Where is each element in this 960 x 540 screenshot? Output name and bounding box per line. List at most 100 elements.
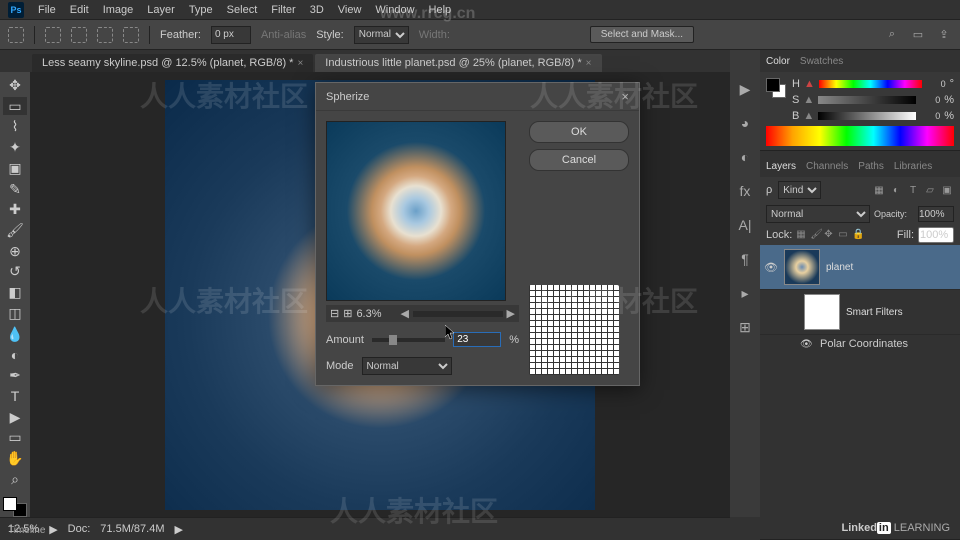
lock-move-icon[interactable]: ✥ <box>824 229 836 241</box>
selection-mode-intersect-icon[interactable] <box>123 27 139 43</box>
preview-plus-icon[interactable]: ⊞ <box>343 307 352 320</box>
visibility-icon[interactable]: 👁 <box>764 261 778 274</box>
shape-tool[interactable]: ▭ <box>3 428 27 447</box>
timeline-tab[interactable]: Timeline <box>8 525 45 536</box>
bri-slider[interactable] <box>818 112 916 120</box>
lock-trans-icon[interactable]: ▦ <box>796 229 808 241</box>
libraries-panel-tab[interactable]: Libraries <box>894 161 932 172</box>
dodge-tool[interactable]: ◐ <box>3 346 27 365</box>
history-brush-tool[interactable]: ↺ <box>3 263 27 282</box>
ok-button[interactable]: OK <box>529 121 629 143</box>
document-tab-2[interactable]: Industrious little planet.psd @ 25% (pla… <box>315 54 601 72</box>
properties-panel-icon[interactable]: ⊞ <box>736 318 754 336</box>
adjustments-panel-icon[interactable]: ◐ <box>736 148 754 166</box>
fill-input[interactable] <box>918 227 954 243</box>
preview-minus-icon[interactable]: ⊟ <box>330 307 339 320</box>
paths-panel-tab[interactable]: Paths <box>858 161 884 172</box>
close-icon[interactable]: × <box>621 89 629 104</box>
eyedropper-tool[interactable]: ✎ <box>3 180 27 199</box>
menu-edit[interactable]: Edit <box>70 4 89 16</box>
styles-panel-icon[interactable]: fx <box>736 182 754 200</box>
close-icon[interactable]: × <box>297 58 303 69</box>
opacity-input[interactable] <box>918 206 954 222</box>
color-panel-tab[interactable]: Color <box>766 56 790 67</box>
select-mask-button[interactable]: Select and Mask... <box>590 26 694 43</box>
swatches-panel-tab[interactable]: Swatches <box>800 56 843 67</box>
close-icon[interactable]: × <box>586 58 592 69</box>
spectrum-bar[interactable] <box>766 126 954 146</box>
share-icon[interactable]: ⇪ <box>936 27 952 43</box>
brush-tool[interactable]: 🖌 <box>3 221 27 240</box>
hue-value[interactable]: 0 <box>926 79 946 89</box>
zoom-tool[interactable]: ⌕ <box>3 470 27 489</box>
amount-input[interactable] <box>453 332 501 347</box>
filter-smart-icon[interactable]: ▣ <box>940 183 954 197</box>
lock-all-icon[interactable]: 🔒 <box>852 229 864 241</box>
menu-3d[interactable]: 3D <box>310 4 324 16</box>
filter-preview[interactable] <box>326 121 506 301</box>
layer-filter-select[interactable]: Kind <box>778 181 821 199</box>
smart-filter-item[interactable]: 👁 Polar Coordinates <box>760 335 960 353</box>
filter-image-icon[interactable]: ▦ <box>872 183 886 197</box>
history-panel-icon[interactable]: ▶ <box>736 80 754 98</box>
magic-wand-tool[interactable]: ✦ <box>3 138 27 157</box>
lock-artboard-icon[interactable]: ▭ <box>838 229 850 241</box>
style-select[interactable]: Normal <box>354 26 409 44</box>
sat-value[interactable]: 0 <box>920 95 940 105</box>
search-icon[interactable]: ⌕ <box>884 27 900 43</box>
eraser-tool[interactable]: ◧ <box>3 283 27 302</box>
preview-left-icon[interactable]: ◀ <box>400 307 408 320</box>
tool-preset-icon[interactable] <box>8 27 24 43</box>
menu-select[interactable]: Select <box>227 4 258 16</box>
menu-filter[interactable]: Filter <box>271 4 295 16</box>
preview-right-icon[interactable]: ▶ <box>507 307 515 320</box>
color-swatch[interactable] <box>3 497 27 517</box>
layer-thumbnail[interactable] <box>784 249 820 285</box>
layer-name[interactable]: planet <box>826 262 853 273</box>
feather-input[interactable] <box>211 26 251 44</box>
filter-shape-icon[interactable]: ▱ <box>923 183 937 197</box>
frame-icon[interactable]: ▭ <box>910 27 926 43</box>
menu-view[interactable]: View <box>338 4 362 16</box>
type-tool[interactable]: T <box>3 387 27 406</box>
blend-mode-select[interactable]: Normal <box>766 205 870 223</box>
visibility-icon[interactable]: 👁 <box>800 339 814 350</box>
preview-zoom[interactable]: 6.3% <box>356 308 396 320</box>
char-panel-icon[interactable]: A| <box>736 216 754 234</box>
clone-stamp-tool[interactable]: ⊕ <box>3 242 27 261</box>
actions-panel-icon[interactable]: ▸ <box>736 284 754 302</box>
channels-panel-tab[interactable]: Channels <box>806 161 848 172</box>
cancel-button[interactable]: Cancel <box>529 149 629 171</box>
move-tool[interactable]: ✥ <box>3 76 27 95</box>
document-tab-1[interactable]: Less seamy skyline.psd @ 12.5% (planet, … <box>32 54 313 72</box>
para-panel-icon[interactable]: ¶ <box>736 250 754 268</box>
menu-layer[interactable]: Layer <box>147 4 175 16</box>
menu-image[interactable]: Image <box>103 4 134 16</box>
mode-select[interactable]: Normal <box>362 357 452 375</box>
color-panel-swatch[interactable] <box>766 78 786 108</box>
blur-tool[interactable]: 💧 <box>3 325 27 344</box>
selection-mode-add-icon[interactable] <box>71 27 87 43</box>
foreground-color[interactable] <box>3 497 17 511</box>
brush-panel-icon[interactable]: ◕ <box>736 114 754 132</box>
layer-row[interactable]: 👁 planet <box>760 245 960 290</box>
hand-tool[interactable]: ✋ <box>3 449 27 468</box>
menu-file[interactable]: File <box>38 4 56 16</box>
path-select-tool[interactable]: ▶ <box>3 408 27 427</box>
gradient-tool[interactable]: ◫ <box>3 304 27 323</box>
hue-slider[interactable] <box>819 80 922 88</box>
smart-filters-row[interactable]: Smart Filters <box>760 290 960 335</box>
antialias-label[interactable]: Anti-alias <box>261 29 306 41</box>
lock-paint-icon[interactable]: 🖌 <box>810 229 822 241</box>
amount-slider[interactable] <box>372 338 445 342</box>
filter-adjust-icon[interactable]: ◐ <box>889 183 903 197</box>
lasso-tool[interactable]: ⌇ <box>3 117 27 136</box>
pen-tool[interactable]: ✒ <box>3 366 27 385</box>
menu-help[interactable]: Help <box>429 4 452 16</box>
menu-type[interactable]: Type <box>189 4 213 16</box>
bri-value[interactable]: 0 <box>920 111 940 121</box>
layers-panel-tab[interactable]: Layers <box>766 161 796 172</box>
menu-window[interactable]: Window <box>375 4 414 16</box>
filter-mask-thumbnail[interactable] <box>804 294 840 330</box>
preview-scrollbar[interactable] <box>413 311 503 317</box>
